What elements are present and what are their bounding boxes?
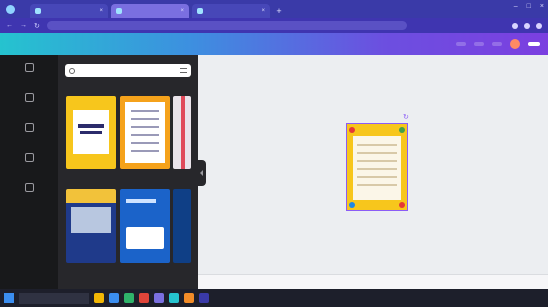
rail-item-uploads[interactable] xyxy=(14,123,44,147)
search-icon xyxy=(69,67,75,74)
close-tab-icon[interactable]: × xyxy=(99,8,103,14)
taskbar-app-icon[interactable] xyxy=(94,293,104,303)
collapse-panel-button[interactable] xyxy=(198,160,206,186)
window-controls: – □ × xyxy=(514,3,544,10)
text-icon xyxy=(24,153,34,162)
screen: × × × + – □ × ← → ↻ ↻ xyxy=(0,0,548,307)
browser-tab-strip: × × × + – □ × xyxy=(0,0,548,18)
elements-icon xyxy=(24,93,34,102)
url-field[interactable] xyxy=(46,21,407,30)
template-thumbnail[interactable] xyxy=(66,96,116,169)
rail-item-elements[interactable] xyxy=(14,93,44,117)
browser-tab[interactable]: × xyxy=(30,4,108,18)
avatar[interactable] xyxy=(510,39,520,49)
more-icon xyxy=(24,183,34,192)
rotate-handle-icon[interactable]: ↻ xyxy=(403,113,409,121)
templates-panel xyxy=(58,55,198,289)
share-button[interactable] xyxy=(528,42,540,46)
taskbar-app-icon[interactable] xyxy=(139,293,149,303)
rail-item-more[interactable] xyxy=(14,183,44,207)
reload-icon[interactable]: ↻ xyxy=(34,22,40,30)
browser-logo-icon xyxy=(6,5,15,14)
template-thumbnail[interactable] xyxy=(173,96,191,169)
forward-icon[interactable]: → xyxy=(20,22,27,29)
template-search-input[interactable] xyxy=(65,64,191,77)
address-bar: ← → ↻ xyxy=(0,18,548,33)
browser-tab-active[interactable]: × xyxy=(111,4,189,18)
close-window-icon[interactable]: × xyxy=(540,3,544,10)
filter-icon[interactable] xyxy=(180,68,187,73)
template-thumbnail[interactable] xyxy=(173,189,191,263)
os-taskbar xyxy=(0,289,548,307)
new-tab-button[interactable]: + xyxy=(273,4,285,18)
browser-tab[interactable]: × xyxy=(192,4,270,18)
header-actions xyxy=(456,39,540,49)
side-rail xyxy=(0,55,58,289)
taskbar-search[interactable] xyxy=(19,292,89,304)
template-thumbnail[interactable] xyxy=(66,189,116,263)
editor-header xyxy=(0,33,548,55)
header-action-button[interactable] xyxy=(456,42,466,46)
canvas-workspace: ↻ xyxy=(198,55,548,289)
taskbar-app-icon[interactable] xyxy=(169,293,179,303)
close-tab-icon[interactable]: × xyxy=(261,8,265,14)
close-tab-icon[interactable]: × xyxy=(180,8,184,14)
start-icon[interactable] xyxy=(4,293,14,303)
minimize-icon[interactable]: – xyxy=(514,3,518,10)
back-icon[interactable]: ← xyxy=(6,22,13,29)
decoration xyxy=(399,202,405,208)
template-thumbnail[interactable] xyxy=(120,189,170,263)
favicon-icon xyxy=(35,8,41,14)
template-thumbnail[interactable] xyxy=(120,96,170,169)
design-content xyxy=(353,136,401,200)
canvas-footer xyxy=(198,274,548,289)
decoration xyxy=(349,202,355,208)
decoration xyxy=(399,127,405,133)
rail-item-text[interactable] xyxy=(14,153,44,177)
extension-icon[interactable] xyxy=(512,22,518,29)
favicon-icon xyxy=(197,8,203,14)
taskbar-app-icon[interactable] xyxy=(109,293,119,303)
extension-icon[interactable] xyxy=(524,22,530,29)
extensions xyxy=(512,22,542,29)
maximize-icon[interactable]: □ xyxy=(527,3,531,10)
uploads-icon xyxy=(24,123,34,132)
rail-item-templates[interactable] xyxy=(14,63,44,87)
design-page[interactable] xyxy=(346,123,408,211)
decoration xyxy=(349,127,355,133)
header-action-button[interactable] xyxy=(492,42,502,46)
templates-icon xyxy=(24,63,34,72)
profile-icon[interactable] xyxy=(536,22,542,29)
taskbar-app-icon[interactable] xyxy=(124,293,134,303)
taskbar-app-icon[interactable] xyxy=(199,293,209,303)
taskbar-app-icon[interactable] xyxy=(154,293,164,303)
favicon-icon xyxy=(116,8,122,14)
taskbar-app-icon[interactable] xyxy=(184,293,194,303)
header-action-button[interactable] xyxy=(474,42,484,46)
